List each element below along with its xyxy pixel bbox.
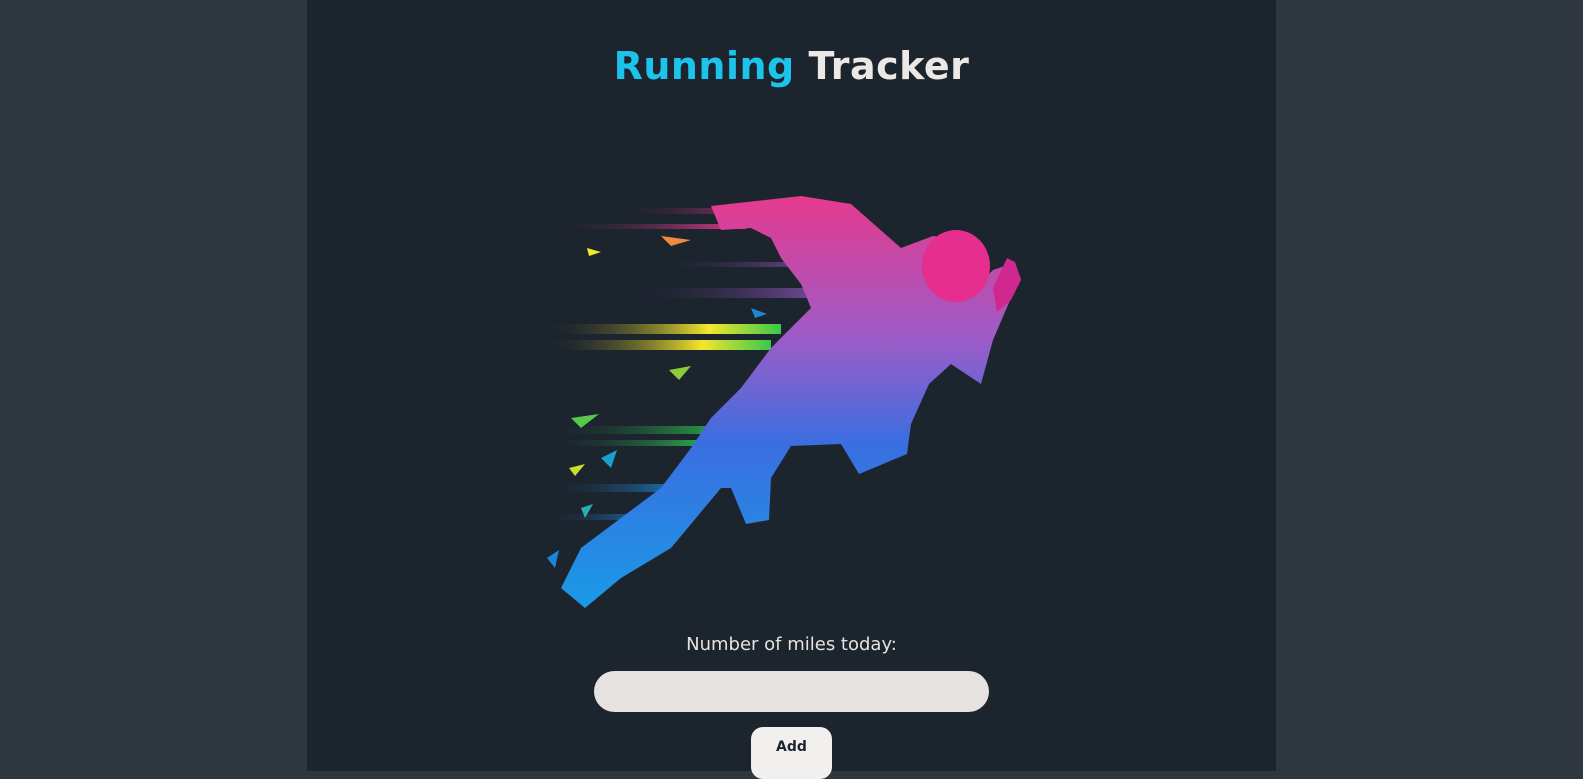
title-running: Running (613, 44, 795, 88)
miles-label: Number of miles today: (686, 634, 897, 655)
running-figure-illustration (541, 196, 1021, 608)
title-tracker: Tracker (808, 44, 970, 88)
page-title: Running Tracker (307, 44, 1276, 88)
add-button[interactable]: Add (751, 727, 832, 779)
miles-input[interactable] (594, 671, 989, 712)
main-panel: Running Tracker Number of miles today: A… (307, 0, 1276, 779)
